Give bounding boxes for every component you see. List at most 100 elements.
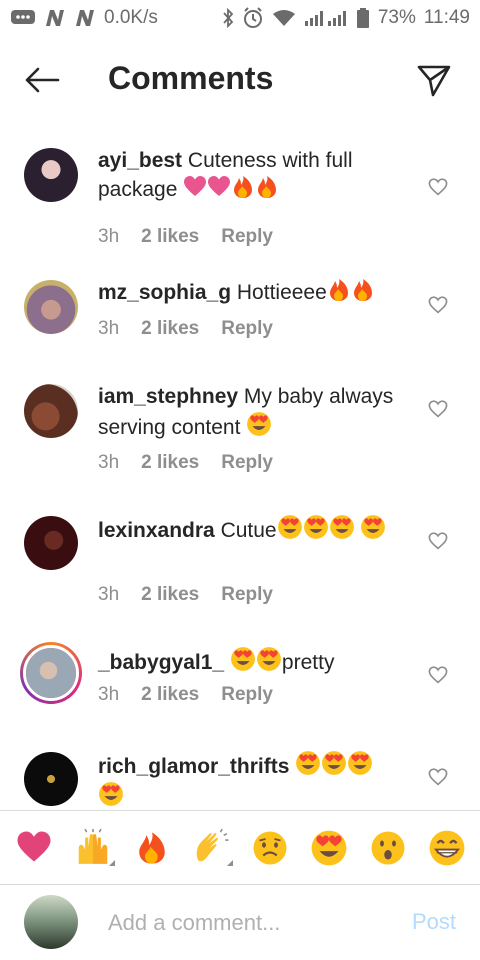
- comments-list[interactable]: ayi_best Cuteness with full package 3h 2…: [0, 132, 480, 808]
- comment-time: 3h: [98, 452, 120, 473]
- clock: 11:49: [423, 7, 470, 28]
- react-crying-face-button[interactable]: [246, 824, 294, 872]
- heart-eyes-icon: [329, 514, 355, 540]
- comment-likes[interactable]: 2 likes: [141, 226, 199, 248]
- share-button[interactable]: [414, 60, 454, 100]
- signal-icon: [304, 9, 348, 27]
- fire-icon: [255, 175, 279, 199]
- comment-username[interactable]: lexinxandra: [98, 519, 215, 542]
- comment-text: mz_sophia_g Hottieeee: [98, 278, 398, 307]
- comment-meta: 3h 2 likes Reply: [98, 318, 273, 340]
- avatar-photo: [26, 648, 76, 698]
- like-comment-button[interactable]: [426, 766, 450, 788]
- crying-face-icon: [253, 831, 286, 864]
- avatar[interactable]: [24, 384, 78, 438]
- comment-message: Hottieeee: [236, 281, 327, 304]
- notification-n-icon: [44, 8, 66, 28]
- alarm-icon: [242, 7, 264, 29]
- reply-button[interactable]: Reply: [221, 452, 273, 474]
- comment-username[interactable]: _babygyal1_: [98, 651, 224, 674]
- back-button[interactable]: [20, 62, 64, 98]
- heart-outline-icon: [428, 178, 448, 196]
- heart-eyes-icon: [295, 750, 321, 776]
- avatar-image: [24, 148, 78, 202]
- react-grinning-face-button[interactable]: [423, 824, 471, 872]
- pink-heart-icon: [207, 175, 231, 199]
- comment-input[interactable]: [108, 905, 388, 941]
- comment-item: lexinxandra Cutue 3h 2 likes Reply: [0, 514, 480, 634]
- like-comment-button[interactable]: [426, 294, 450, 316]
- clapping-hands-icon: [196, 828, 228, 861]
- heart-outline-icon: [428, 768, 448, 786]
- heart-outline-icon: [428, 666, 448, 684]
- comment-username[interactable]: rich_glamor_thrifts: [98, 755, 289, 778]
- react-red-heart-button[interactable]: [10, 824, 58, 872]
- heart-eyes-icon: [98, 781, 124, 807]
- comment-meta: 3h 2 likes Reply: [98, 684, 273, 706]
- comment-username[interactable]: ayi_best: [98, 149, 182, 172]
- reply-button[interactable]: Reply: [221, 226, 273, 248]
- post-button[interactable]: Post: [412, 909, 456, 935]
- reply-button[interactable]: Reply: [221, 584, 273, 606]
- heart-outline-icon: [428, 400, 448, 418]
- avatar[interactable]: [24, 516, 78, 570]
- comment-item: ayi_best Cuteness with full package 3h 2…: [0, 146, 480, 266]
- red-heart-icon: [16, 830, 52, 866]
- fire-icon: [327, 278, 351, 302]
- reply-button[interactable]: Reply: [221, 318, 273, 340]
- fire-icon: [231, 175, 255, 199]
- avatar[interactable]: [24, 148, 78, 202]
- comment-item: rich_glamor_thrifts: [0, 750, 480, 808]
- comment-item: mz_sophia_g Hottieeee 3h 2 likes Reply: [0, 278, 480, 368]
- network-speed: 0.0K/s: [104, 7, 158, 28]
- skin-tone-indicator: [108, 859, 115, 866]
- comment-item: _babygyal1_ pretty 3h 2 likes Reply: [0, 642, 480, 736]
- comment-likes[interactable]: 2 likes: [141, 318, 199, 340]
- avatar-story-ring[interactable]: [20, 642, 82, 704]
- grinning-face-icon: [429, 830, 464, 865]
- avatar-image: [24, 280, 78, 334]
- comment-text: rich_glamor_thrifts: [98, 750, 398, 808]
- avatar-image: [24, 516, 78, 570]
- react-clapping-hands-button[interactable]: [187, 824, 235, 872]
- own-avatar[interactable]: [24, 895, 78, 949]
- reply-button[interactable]: Reply: [221, 684, 273, 706]
- wifi-icon: [272, 9, 296, 27]
- comment-username[interactable]: iam_stephney: [98, 385, 238, 408]
- comment-message: pretty: [281, 651, 335, 674]
- like-comment-button[interactable]: [426, 664, 450, 686]
- quick-reactions-bar: [0, 810, 480, 884]
- add-comment-bar: Post: [0, 884, 480, 960]
- comment-likes[interactable]: 2 likes: [141, 584, 199, 606]
- notification-n-icon: [74, 8, 96, 28]
- avatar-image: [23, 645, 79, 701]
- react-heart-eyes-button[interactable]: [305, 824, 353, 872]
- comment-message: Cutue: [220, 519, 277, 542]
- comment-likes[interactable]: 2 likes: [141, 684, 199, 706]
- comment-text: iam_stephney My baby always serving cont…: [98, 382, 398, 442]
- header: Comments: [0, 44, 480, 116]
- comment-likes[interactable]: 2 likes: [141, 452, 199, 474]
- bluetooth-icon: [222, 8, 234, 28]
- react-fire-button[interactable]: [128, 824, 176, 872]
- comment-time: 3h: [98, 584, 120, 605]
- react-surprised-face-button[interactable]: [364, 824, 412, 872]
- page-title: Comments: [108, 60, 274, 96]
- avatar[interactable]: [24, 280, 78, 334]
- like-comment-button[interactable]: [426, 176, 450, 198]
- react-raised-hands-button[interactable]: [69, 824, 117, 872]
- heart-eyes-icon: [277, 514, 303, 540]
- comment-username[interactable]: mz_sophia_g: [98, 281, 231, 304]
- comment-meta: 3h 2 likes Reply: [98, 452, 273, 474]
- avatar[interactable]: [24, 752, 78, 806]
- like-comment-button[interactable]: [426, 530, 450, 552]
- comment-meta: 3h 2 likes Reply: [98, 226, 273, 248]
- status-bar: 0.0K/s 73% 11:49: [0, 0, 480, 36]
- heart-eyes-icon: [347, 750, 373, 776]
- heart-eyes-icon: [360, 514, 386, 540]
- comment-text: _babygyal1_ pretty: [98, 646, 398, 677]
- surprised-face-icon: [371, 831, 404, 864]
- skin-tone-indicator: [226, 859, 233, 866]
- fire-icon: [135, 831, 169, 865]
- like-comment-button[interactable]: [426, 398, 450, 420]
